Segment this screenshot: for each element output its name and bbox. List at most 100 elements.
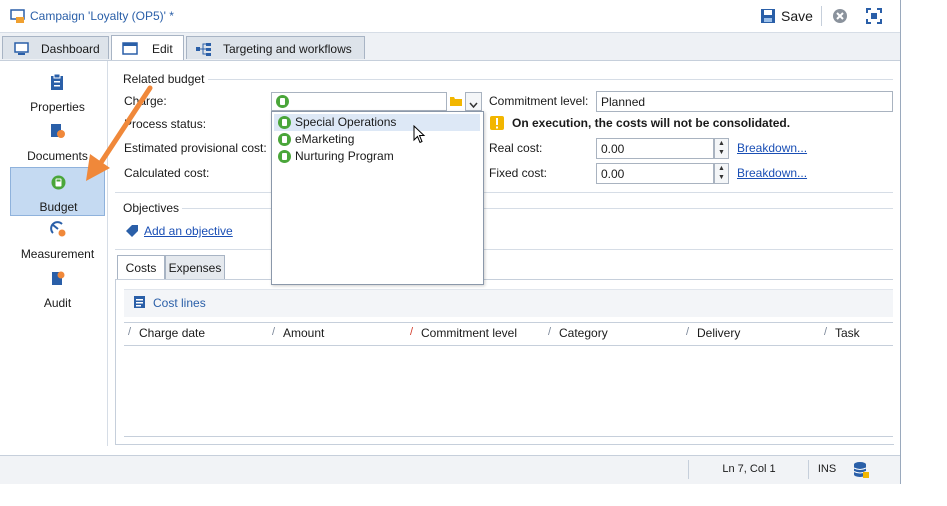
annotation-arrow-icon bbox=[80, 82, 160, 187]
fixed-cost-breakdown-link[interactable]: Breakdown... bbox=[737, 166, 807, 180]
cost-lines-grid-header: / Charge date / Amount / Commitment leve… bbox=[124, 322, 893, 346]
dropdown-option[interactable]: eMarketing bbox=[274, 131, 480, 148]
cost-lines-icon bbox=[133, 295, 147, 309]
column-label: Task bbox=[835, 326, 860, 340]
tab-dashboard[interactable]: Dashboard bbox=[2, 36, 109, 59]
sidebar-item-audit[interactable]: Audit bbox=[10, 267, 105, 315]
column-label: Charge date bbox=[139, 326, 206, 340]
cost-lines-toolbar bbox=[124, 289, 893, 317]
sort-icon: / bbox=[548, 326, 552, 338]
sidebar-item-label: Budget bbox=[39, 200, 78, 214]
status-bar: Ln 7, Col 1 INS bbox=[0, 455, 900, 484]
insert-mode: INS bbox=[808, 460, 845, 479]
calculator-icon bbox=[276, 95, 289, 108]
folder-icon[interactable] bbox=[449, 94, 463, 108]
chevron-up-icon[interactable]: ▲ bbox=[715, 164, 728, 173]
maximize-icon[interactable] bbox=[866, 8, 882, 24]
sidebar-item-label: Audit bbox=[43, 296, 72, 310]
save-button[interactable]: Save bbox=[781, 8, 813, 24]
chevron-down-icon bbox=[469, 98, 478, 109]
dropdown-option-label: Nurturing Program bbox=[295, 149, 394, 163]
clipboard-icon bbox=[50, 73, 64, 90]
charge-combobox[interactable] bbox=[271, 92, 447, 111]
charge-dropdown-list[interactable]: Special Operations eMarketing Nurturing … bbox=[271, 111, 484, 285]
sort-icon: / bbox=[686, 326, 690, 338]
commitment-level-value: Planned bbox=[601, 95, 646, 109]
column-label: Category bbox=[559, 326, 608, 340]
database-icon bbox=[852, 461, 870, 479]
sort-icon: / bbox=[128, 326, 132, 338]
dropdown-option[interactable]: Special Operations bbox=[274, 114, 480, 131]
tab-dashboard-label: Dashboard bbox=[41, 42, 100, 56]
section-divider bbox=[208, 79, 893, 80]
real-cost-spinner[interactable]: ▲ ▼ bbox=[714, 138, 729, 159]
column-label: Amount bbox=[283, 326, 325, 340]
column-header-delivery[interactable]: / Delivery bbox=[686, 326, 741, 340]
column-label: Commitment level bbox=[421, 326, 518, 340]
campaign-icon bbox=[10, 9, 26, 23]
real-cost-breakdown-link[interactable]: Breakdown... bbox=[737, 141, 807, 155]
cost-lines-label[interactable]: Cost lines bbox=[153, 296, 206, 310]
title-bar: Campaign 'Loyalty (OP5)' * Save bbox=[0, 0, 900, 33]
sort-icon: / bbox=[410, 326, 414, 338]
commitment-level-label: Commitment level: bbox=[489, 94, 589, 108]
calculator-icon bbox=[278, 150, 291, 163]
audit-icon bbox=[50, 270, 66, 286]
fixed-cost-field[interactable]: 0.00 bbox=[596, 163, 714, 184]
section-divider bbox=[115, 249, 893, 250]
mouse-cursor-icon bbox=[413, 124, 427, 145]
chevron-down-icon[interactable]: ▼ bbox=[715, 173, 728, 182]
fixed-cost-value: 0.00 bbox=[601, 167, 625, 181]
fixed-cost-label: Fixed cost: bbox=[489, 166, 548, 180]
column-header-task[interactable]: / Task bbox=[824, 326, 860, 340]
main-tabs: Dashboard Edit Targeting and workflows bbox=[0, 33, 900, 61]
tab-edit[interactable]: Edit bbox=[111, 35, 184, 60]
cost-lines-grid-body[interactable] bbox=[124, 344, 893, 437]
tab-targeting-label: Targeting and workflows bbox=[223, 42, 352, 56]
sidebar-item-label: Measurement bbox=[20, 247, 95, 261]
sort-icon: / bbox=[272, 326, 276, 338]
column-header-amount[interactable]: / Amount bbox=[272, 326, 325, 340]
cursor-position: Ln 7, Col 1 bbox=[688, 460, 809, 479]
warning-icon bbox=[489, 115, 505, 131]
tab-expenses[interactable]: Expenses bbox=[165, 255, 225, 279]
real-cost-label: Real cost: bbox=[489, 141, 543, 155]
commitment-level-field[interactable]: Planned bbox=[596, 91, 893, 112]
column-header-category[interactable]: / Category bbox=[548, 326, 608, 340]
dashboard-icon bbox=[14, 42, 30, 55]
dropdown-option-label: eMarketing bbox=[295, 132, 355, 146]
measurement-icon bbox=[50, 221, 66, 237]
sort-icon: / bbox=[824, 326, 828, 338]
fixed-cost-spinner[interactable]: ▲ ▼ bbox=[714, 163, 729, 184]
column-header-charge-date[interactable]: / Charge date bbox=[128, 326, 206, 340]
tab-expenses-label: Expenses bbox=[168, 261, 222, 275]
calculator-icon bbox=[51, 175, 66, 190]
add-objective-icon[interactable] bbox=[124, 223, 140, 239]
section-divider bbox=[115, 192, 893, 193]
chevron-down-icon[interactable]: ▼ bbox=[715, 148, 728, 157]
documents-icon bbox=[50, 123, 66, 139]
chevron-up-icon[interactable]: ▲ bbox=[715, 139, 728, 148]
edit-icon bbox=[122, 42, 138, 55]
dropdown-option[interactable]: Nurturing Program bbox=[274, 148, 480, 165]
real-cost-field[interactable]: 0.00 bbox=[596, 138, 714, 159]
tab-costs[interactable]: Costs bbox=[117, 255, 165, 279]
column-header-commitment-level[interactable]: / Commitment level bbox=[410, 326, 518, 340]
column-label: Delivery bbox=[697, 326, 741, 340]
tab-targeting[interactable]: Targeting and workflows bbox=[186, 36, 365, 59]
workflow-icon bbox=[195, 42, 213, 56]
calculator-icon bbox=[278, 133, 291, 146]
cancel-icon[interactable] bbox=[832, 8, 848, 24]
sidebar-item-measurement[interactable]: Measurement bbox=[10, 218, 105, 266]
calculator-icon bbox=[278, 116, 291, 129]
separator bbox=[821, 6, 822, 26]
charge-dropdown-button[interactable] bbox=[465, 92, 482, 111]
tab-edit-label: Edit bbox=[152, 42, 173, 56]
add-objective-link[interactable]: Add an objective bbox=[144, 224, 233, 238]
cost-tabs: Costs Expenses bbox=[115, 255, 893, 280]
window-title: Campaign 'Loyalty (OP5)' * bbox=[30, 9, 174, 23]
warning-text: On execution, the costs will not be cons… bbox=[512, 116, 791, 130]
dropdown-option-label: Special Operations bbox=[295, 115, 397, 129]
real-cost-value: 0.00 bbox=[601, 142, 625, 156]
save-icon[interactable] bbox=[760, 8, 776, 24]
